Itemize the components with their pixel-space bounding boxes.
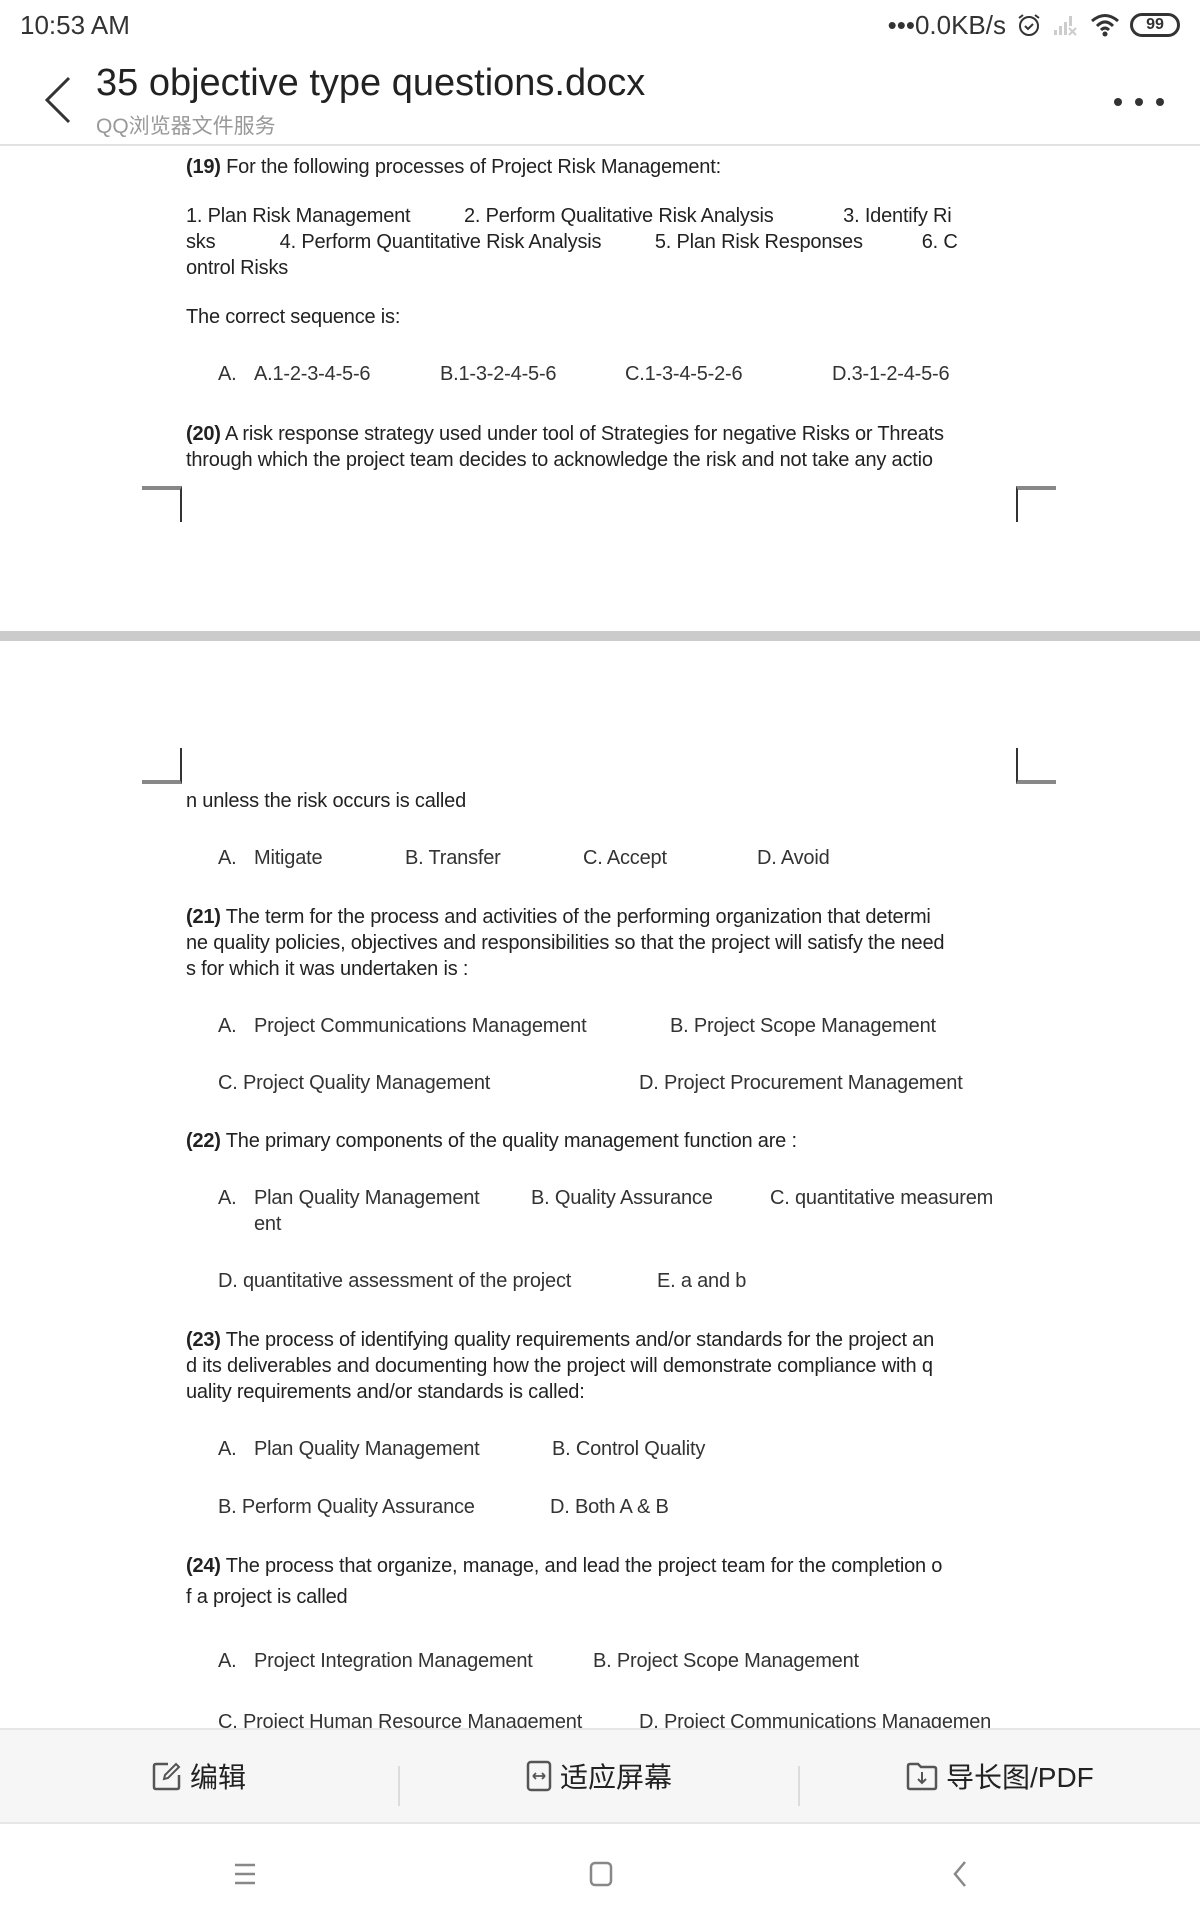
q20-option-a: Mitigate — [254, 847, 323, 869]
system-back-button[interactable] — [930, 1846, 990, 1902]
page-margin-mark — [1016, 486, 1056, 522]
q20-option-b: B. Transfer — [405, 847, 501, 869]
q19-option-b: B.1-3-2-4-5-6 — [440, 363, 557, 385]
page-margin-mark — [142, 486, 182, 522]
q24-option-c: C. Project Human Resource Management — [218, 1711, 583, 1728]
q19-option-marker: A. — [218, 363, 237, 385]
edit-button[interactable]: 编辑 — [152, 1730, 246, 1822]
q22-option-e: E. a and b — [657, 1270, 747, 1292]
q21-option-b: B. Project Scope Management — [670, 1015, 936, 1037]
fit-screen-button[interactable]: 适应屏幕 — [526, 1730, 672, 1822]
document-source: QQ浏览器文件服务 — [96, 115, 276, 138]
menu-icon — [235, 1863, 255, 1885]
more-dots-icon — [1114, 98, 1122, 106]
battery-icon: 99 — [1130, 13, 1180, 37]
edit-icon — [152, 1762, 181, 1791]
q24-option-marker: A. — [218, 1650, 237, 1672]
status-time: 10:53 AM — [20, 10, 130, 40]
toolbar-divider — [798, 1766, 800, 1806]
network-speed: •••0.0KB/s — [887, 9, 1006, 40]
alarm-icon — [1016, 12, 1042, 38]
back-icon — [953, 1861, 966, 1887]
q24-option-a: Project Integration Management — [254, 1650, 533, 1672]
q23-option-marker: A. — [218, 1438, 237, 1460]
status-bar: 10:53 AM •••0.0KB/s 99 — [0, 0, 1200, 52]
q24-line-2: f a project is called — [186, 1586, 348, 1608]
export-pdf-label: 导长图/PDF — [946, 1762, 1094, 1793]
wifi-icon — [1090, 13, 1120, 37]
question-21: (21) The term for the process and activi… — [186, 906, 931, 928]
q21-option-a: Project Communications Management — [254, 1015, 587, 1037]
toolbar-divider — [398, 1766, 400, 1806]
question-24: (24) The process that organize, manage, … — [186, 1555, 943, 1577]
q23-option-a: Plan Quality Management — [254, 1438, 480, 1460]
q22-option-a: Plan Quality Management — [254, 1187, 480, 1209]
q20-line-2: through which the project team decides t… — [186, 449, 933, 471]
more-options-button[interactable] — [1114, 82, 1164, 122]
question-20: (20) A risk response strategy used under… — [186, 423, 944, 445]
download-folder-icon — [906, 1762, 938, 1791]
q19-processes-line-1: 1. Plan Risk Management 2. Perform Quali… — [186, 205, 952, 227]
export-pdf-button[interactable]: 导长图/PDF — [906, 1730, 1094, 1822]
q23-option-b: B. Control Quality — [552, 1438, 706, 1460]
question-22: (22) The primary components of the quali… — [186, 1130, 797, 1152]
q20-option-marker: A. — [218, 847, 237, 869]
recent-apps-button[interactable] — [215, 1846, 275, 1902]
document-title: 35 objective type questions.docx — [96, 62, 646, 104]
page-separator — [0, 631, 1200, 641]
q23-line-2: d its deliverables and documenting how t… — [186, 1355, 933, 1377]
q19-processes-line-3: ontrol Risks — [186, 257, 289, 279]
q22-option-marker: A. — [218, 1187, 237, 1209]
chevron-left-icon — [44, 76, 71, 124]
back-button[interactable] — [36, 72, 80, 128]
q22-option-b: B. Quality Assurance — [531, 1187, 713, 1209]
home-icon — [589, 1861, 613, 1887]
fit-screen-label: 适应屏幕 — [560, 1762, 673, 1793]
q22-option-c: C. quantitative measurem — [770, 1187, 994, 1209]
q20-option-c: C. Accept — [583, 847, 667, 869]
q19-prompt: The correct sequence is: — [186, 306, 401, 328]
home-button[interactable] — [571, 1846, 631, 1902]
q19-option-a: A.1-2-3-4-5-6 — [254, 363, 371, 385]
q20-line-3: n unless the risk occurs is called — [186, 790, 466, 812]
page-margin-mark — [142, 748, 182, 784]
q22-option-d: D. quantitative assessment of the projec… — [218, 1270, 572, 1292]
q23-option-c: B. Perform Quality Assurance — [218, 1496, 475, 1518]
system-navigation-bar — [0, 1824, 1200, 1920]
q19-option-d: D.3-1-2-4-5-6 — [832, 363, 950, 385]
q20-option-d: D. Avoid — [757, 847, 830, 869]
question-23: (23) The process of identifying quality … — [186, 1329, 935, 1351]
q24-option-b: B. Project Scope Management — [593, 1650, 859, 1672]
fit-screen-icon — [526, 1760, 552, 1792]
q21-option-d: D. Project Procurement Management — [639, 1072, 963, 1094]
question-19: (19) For the following processes of Proj… — [186, 156, 721, 178]
q19-processes-line-2: sks 4. Perform Quantitative Risk Analysi… — [186, 231, 958, 253]
signal-icon — [1052, 13, 1080, 37]
page-margin-mark — [1016, 748, 1056, 784]
document-viewer[interactable]: (19) For the following processes of Proj… — [0, 148, 1200, 1728]
q22-option-c-wrap: ent — [254, 1213, 282, 1235]
q23-option-d: D. Both A & B — [550, 1496, 669, 1518]
q21-line-3: s for which it was undertaken is : — [186, 958, 469, 980]
edit-label: 编辑 — [190, 1762, 247, 1793]
bottom-toolbar: 编辑 适应屏幕 导长图/PDF — [0, 1728, 1200, 1824]
q21-option-c: C. Project Quality Management — [218, 1072, 491, 1094]
q23-line-3: uality requirements and/or standards is … — [186, 1381, 585, 1403]
q24-option-d: D. Project Communications Managemen — [639, 1711, 992, 1728]
q21-line-2: ne quality policies, objectives and resp… — [186, 932, 945, 954]
q19-option-c: C.1-3-4-5-2-6 — [625, 363, 743, 385]
app-header: 35 objective type questions.docx QQ浏览器文件… — [0, 52, 1200, 146]
status-indicators: •••0.0KB/s 99 — [888, 8, 1180, 42]
q21-option-marker: A. — [218, 1015, 237, 1037]
